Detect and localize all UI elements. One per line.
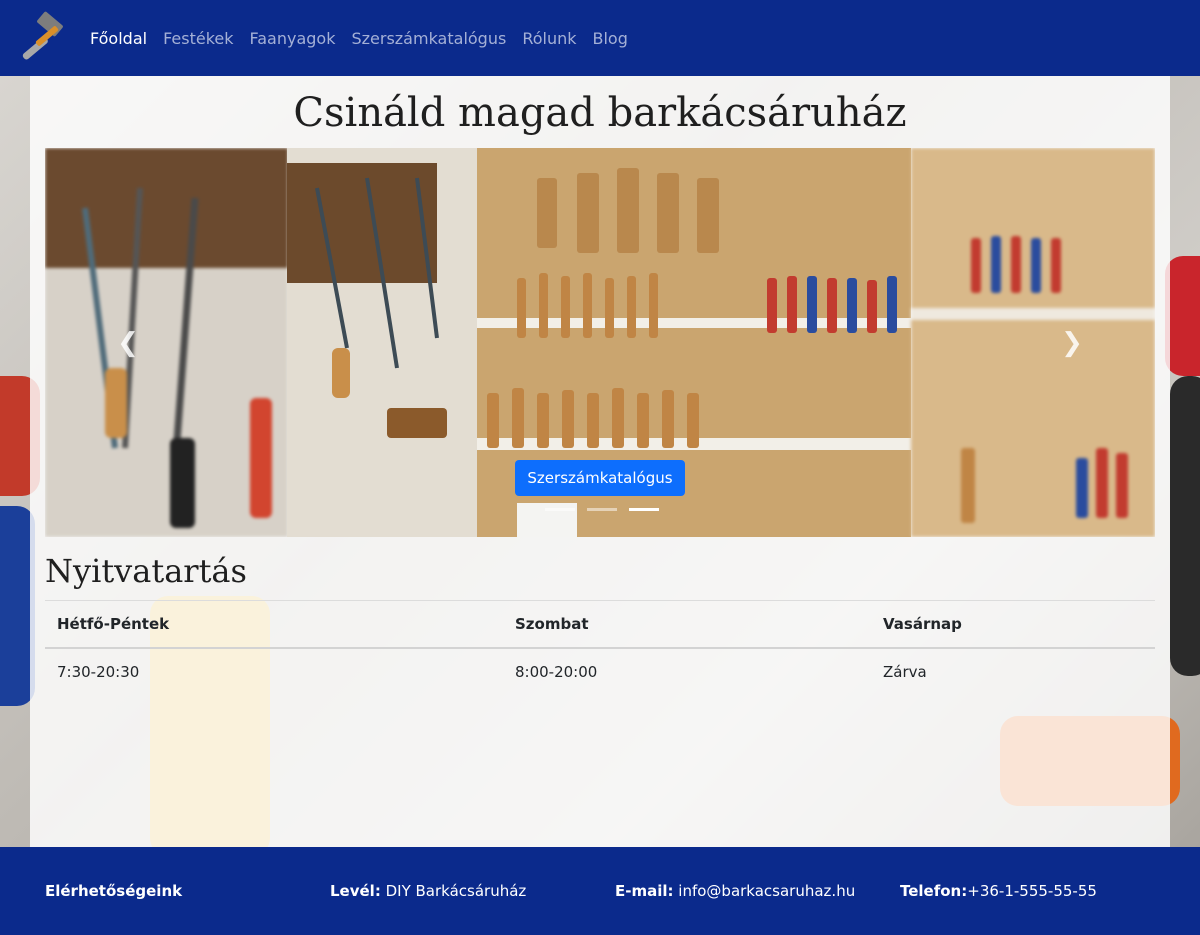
chevron-left-icon[interactable]: ❮ [113,328,143,358]
email-label: E-mail: [615,882,674,900]
chevron-right-icon[interactable]: ❯ [1057,328,1087,358]
nav-item-blog[interactable]: Blog [593,29,628,48]
opening-hours-title: Nyitvatartás [45,552,247,590]
carousel-indicator-1[interactable] [545,508,575,511]
nav-item-rolunk[interactable]: Rólunk [522,29,576,48]
header-sunday: Vasárnap [871,600,1155,649]
mail-value: DIY Barkácsáruház [385,882,527,900]
image-carousel[interactable]: ❮ ❯ Szerszámkatalógus [45,148,1155,537]
header-saturday: Szombat [503,600,871,649]
header-weekdays: Hétfő-Péntek [45,600,503,649]
hammer-icon[interactable] [14,11,68,65]
table-row: 7:30-20:30 8:00-20:00 Zárva [45,648,1155,695]
footer-email: E-mail: info@barkacsaruhaz.hu [615,882,855,900]
weekdays-hours: 7:30-20:30 [57,663,140,681]
carousel-prev-slide [45,148,288,537]
carousel-indicator-3[interactable] [629,508,659,511]
catalog-button[interactable]: Szerszámkatalógus [515,460,685,496]
nav-item-fooldal[interactable]: Főoldal [90,29,147,48]
footer-mail: Levél: DIY Barkácsáruház [330,882,526,900]
carousel-indicator-2[interactable] [587,508,617,511]
main-content: Csináld magad barkácsáruház ❮ ❯ Szerszám… [30,76,1170,847]
email-link[interactable]: info@barkacsaruhaz.hu [678,882,855,900]
footer: Elérhetőségeink Levél: DIY Barkácsáruház… [0,847,1200,935]
page-title: Csináld magad barkácsáruház [293,90,907,136]
nav-item-szerszamkatalogus[interactable]: Szerszámkatalógus [351,29,506,48]
opening-hours-table: Hétfő-Péntek Szombat Vasárnap 7:30-20:30… [45,600,1155,695]
footer-heading: Elérhetőségeink [45,882,183,900]
table-header-row: Hétfő-Péntek Szombat Vasárnap [45,600,1155,649]
carousel-indicators [545,508,659,511]
phone-label: Telefon: [900,882,968,900]
saturday-hours: 8:00-20:00 [515,663,598,681]
top-navbar: Főoldal Festékek Faanyagok Szerszámkatal… [0,0,1200,76]
carousel-next-slide [911,148,1155,537]
nav-item-festekek[interactable]: Festékek [163,29,233,48]
sunday-hours: Zárva [883,663,927,681]
phone-value[interactable]: +36-1-555-55-55 [967,882,1097,900]
mail-label: Levél: [330,882,381,900]
nav-item-faanyagok[interactable]: Faanyagok [250,29,336,48]
footer-phone: Telefon:+36-1-555-55-55 [900,882,1097,900]
